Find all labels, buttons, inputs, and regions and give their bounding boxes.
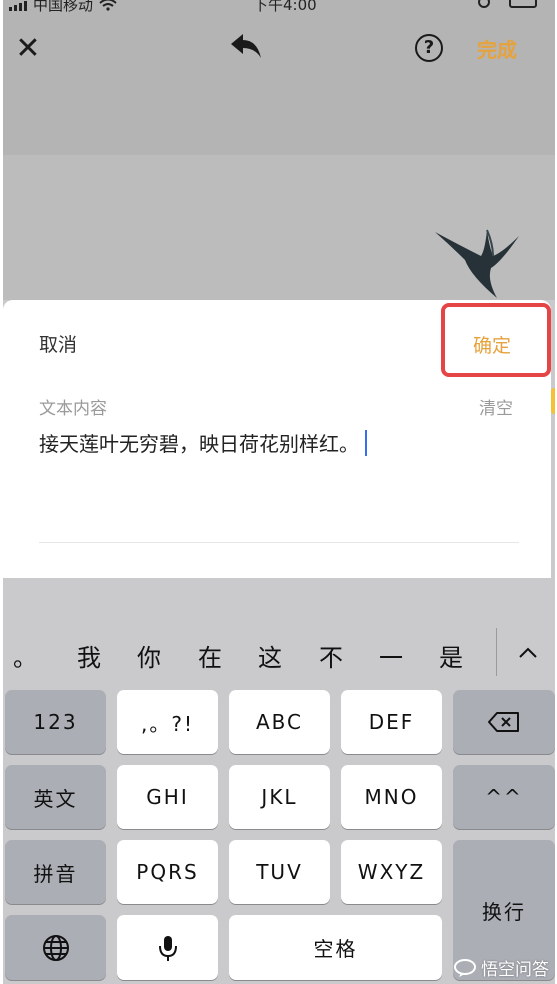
candidate-item[interactable]: 这 <box>258 638 282 673</box>
key-pinyin[interactable]: 拼音 <box>5 840 106 904</box>
close-icon[interactable]: ✕ <box>13 34 43 64</box>
side-tab <box>551 388 555 414</box>
key-wxyz[interactable]: WXYZ <box>341 840 442 904</box>
status-time: 下午4:00 <box>253 0 317 14</box>
text-content-label: 文本内容 <box>39 399 107 419</box>
chat-bubble-icon <box>454 958 476 977</box>
key-jkl[interactable]: JKL <box>229 765 330 829</box>
candidate-item[interactable]: 在 <box>198 638 222 673</box>
screen: 中国移动 下午4:00 ✕ ? 完成 取消 确定 文本内容 清空 接天莲叶无穷碧… <box>3 0 555 984</box>
candidate-item[interactable]: 是 <box>439 638 463 673</box>
signal-icon <box>9 0 27 11</box>
watermark-text: 悟空问答 <box>481 960 549 980</box>
key-def[interactable]: DEF <box>341 690 442 754</box>
watermark: 悟空问答 <box>453 955 549 980</box>
lock-rotation-icon <box>478 0 490 8</box>
candidate-item[interactable]: 我 <box>77 638 101 673</box>
swallow-image <box>435 229 519 298</box>
help-icon[interactable]: ? <box>415 34 443 62</box>
globe-icon <box>42 934 69 961</box>
battery-icon <box>509 0 537 8</box>
candidate-item[interactable]: 你 <box>137 638 161 673</box>
candidate-bar: 。 我 你 在 这 不 一 是 <box>3 620 555 690</box>
space-key[interactable]: 空格 <box>229 915 442 980</box>
key-emoticon[interactable]: ^^ <box>453 765 555 829</box>
undo-icon[interactable] <box>229 32 263 60</box>
status-left: 中国移动 <box>9 0 117 15</box>
candidate-item[interactable]: 不 <box>319 638 343 673</box>
globe-key[interactable] <box>5 915 106 980</box>
wifi-icon <box>99 0 117 11</box>
candidate-divider <box>496 628 497 676</box>
key-mno[interactable]: MNO <box>341 765 442 829</box>
backspace-icon <box>488 712 519 732</box>
confirm-button[interactable]: 确定 <box>473 331 511 358</box>
key-123[interactable]: 123 <box>5 690 106 754</box>
backspace-key[interactable] <box>453 690 555 754</box>
status-right <box>477 0 537 8</box>
key-punctuation[interactable]: ,。?! <box>117 690 218 754</box>
cancel-button[interactable]: 取消 <box>39 330 77 357</box>
text-edit-panel: 取消 确定 文本内容 清空 接天莲叶无穷碧，映日荷花别样红。 <box>3 300 551 578</box>
carrier-label: 中国移动 <box>33 0 94 14</box>
key-ghi[interactable]: GHI <box>117 765 218 829</box>
key-pqrs[interactable]: PQRS <box>117 840 218 904</box>
panel-divider <box>39 542 519 543</box>
chevron-up-icon[interactable] <box>517 642 539 664</box>
text-input[interactable]: 接天莲叶无穷碧，映日荷花别样红。 <box>39 428 367 457</box>
text-caret <box>365 429 367 456</box>
done-button[interactable]: 完成 <box>477 34 517 63</box>
key-english[interactable]: 英文 <box>5 765 106 829</box>
candidate-item[interactable]: 。 <box>13 638 37 673</box>
key-abc[interactable]: ABC <box>229 690 330 754</box>
text-input-value: 接天莲叶无穷碧，映日荷花别样红。 <box>39 432 359 456</box>
clear-button[interactable]: 清空 <box>479 394 513 419</box>
status-bar: 中国移动 下午4:00 <box>3 0 555 14</box>
microphone-key[interactable] <box>117 915 218 980</box>
key-tuv[interactable]: TUV <box>229 840 330 904</box>
candidate-item[interactable]: 一 <box>379 638 403 673</box>
microphone-icon <box>158 935 177 961</box>
